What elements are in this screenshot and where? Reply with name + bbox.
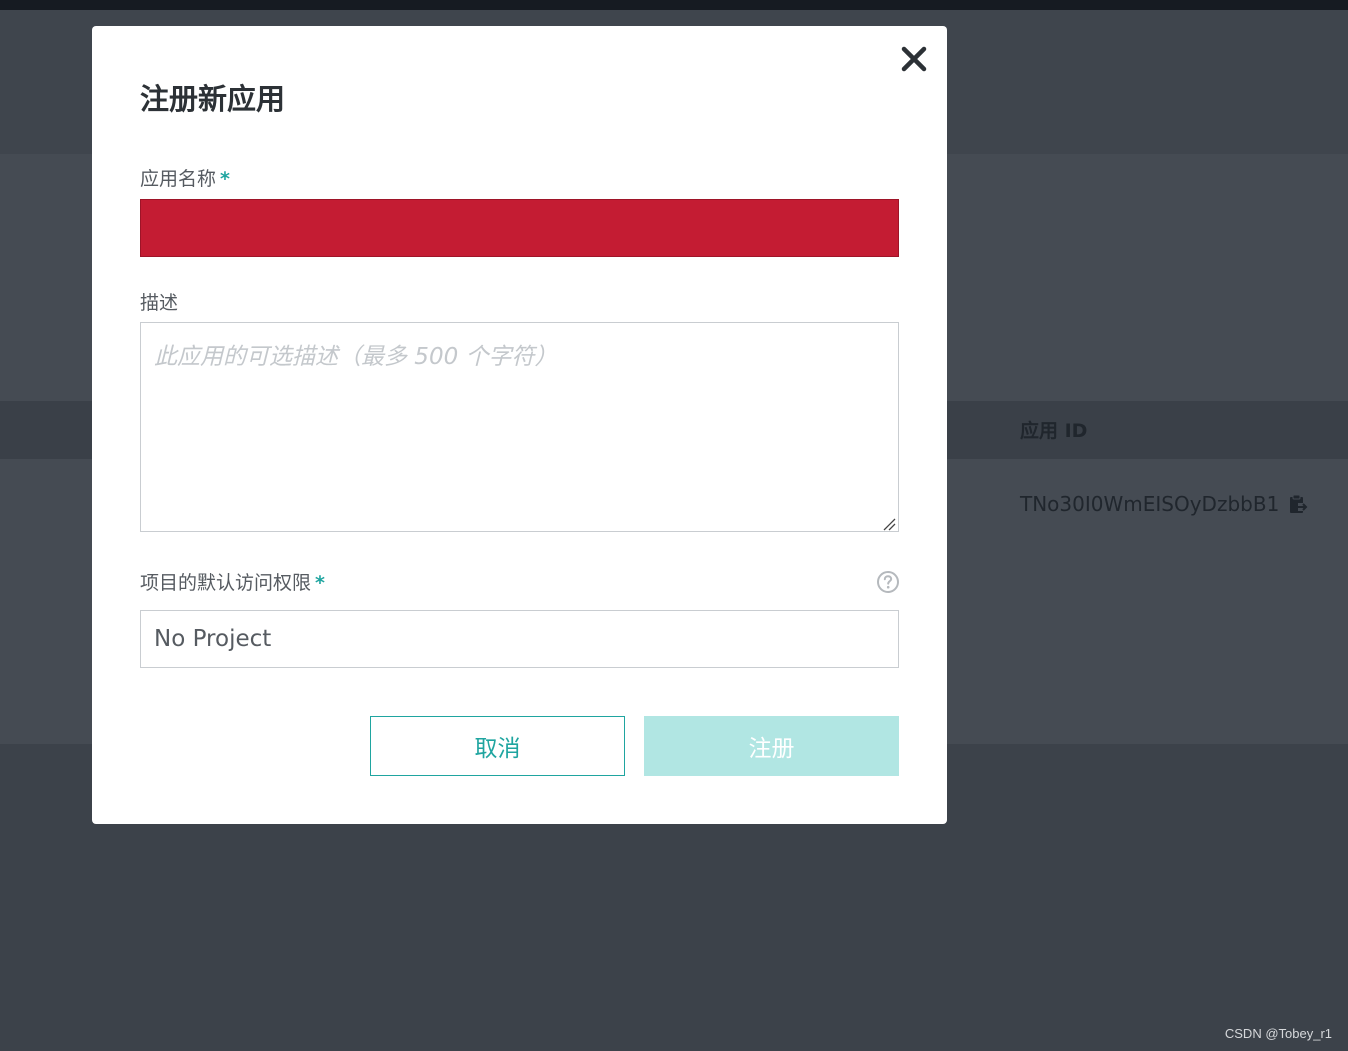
project-access-label: 项目的默认访问权限 * bbox=[140, 568, 325, 595]
register-button[interactable]: 注册 bbox=[644, 716, 899, 776]
description-textarea[interactable] bbox=[140, 322, 899, 532]
description-label: 描述 bbox=[140, 292, 179, 314]
cancel-button[interactable]: 取消 bbox=[370, 716, 625, 776]
app-name-label: 应用名称 * bbox=[140, 164, 230, 191]
close-icon[interactable] bbox=[897, 42, 931, 76]
top-bar bbox=[0, 0, 1348, 10]
required-mark: * bbox=[220, 168, 230, 190]
project-access-select[interactable]: No Project bbox=[140, 610, 899, 668]
app-id-value: TNo30I0WmEISOyDzbbB1 bbox=[1020, 492, 1280, 516]
required-mark: * bbox=[315, 572, 325, 594]
modal-title: 注册新应用 bbox=[140, 82, 286, 116]
app-name-label-text: 应用名称 bbox=[140, 168, 217, 190]
resize-handle-icon[interactable] bbox=[882, 516, 896, 531]
app-id-column-header: 应用 ID bbox=[1020, 420, 1088, 442]
help-circle-icon[interactable] bbox=[876, 570, 900, 594]
project-access-selected: No Project bbox=[154, 626, 272, 652]
app-name-input[interactable] bbox=[140, 199, 899, 257]
clipboard-icon[interactable] bbox=[1287, 493, 1309, 515]
app-id-cell: TNo30I0WmEISOyDzbbB1 bbox=[1020, 492, 1309, 516]
page: 应用 ID TNo30I0WmEISOyDzbbB1 CSDN @Tobey_r… bbox=[0, 0, 1348, 1051]
register-app-modal: 注册新应用 应用名称* 描述 项目的默认访问权限* No Project 取消 … bbox=[92, 26, 947, 824]
watermark: CSDN @Tobey_r1 bbox=[1224, 1026, 1332, 1041]
project-access-label-text: 项目的默认访问权限 bbox=[140, 572, 312, 594]
